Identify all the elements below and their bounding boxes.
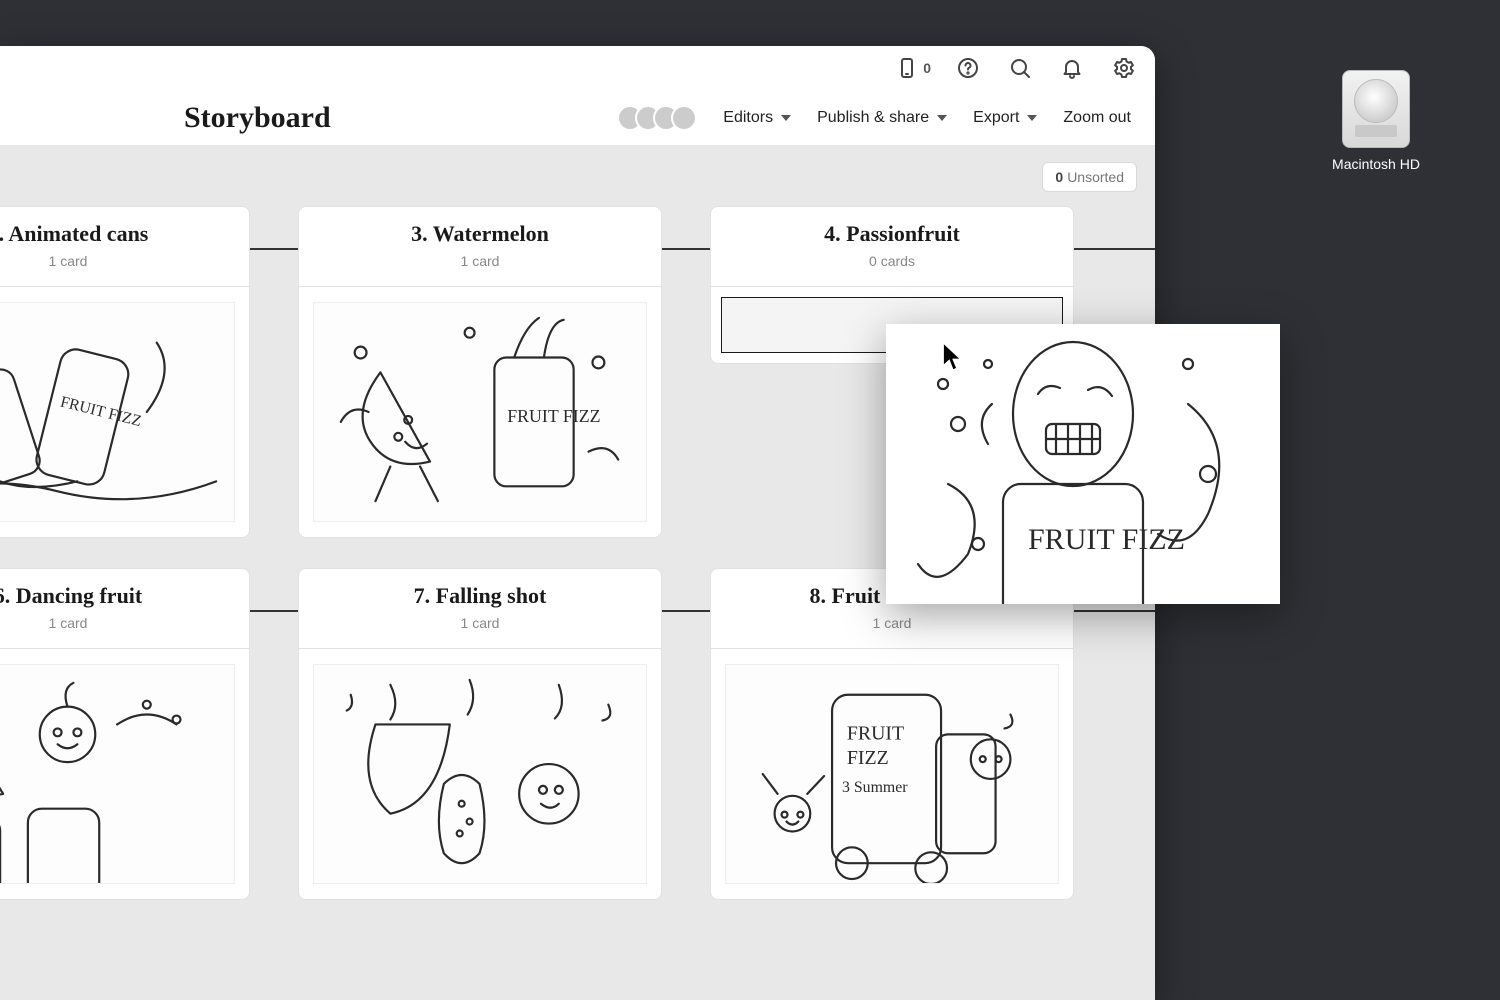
column-title: 4. Passionfruit (721, 221, 1063, 247)
card-thumbnail[interactable]: FRUIT FIZZ (0, 286, 250, 538)
page-title: Storyboard (184, 101, 331, 135)
publish-label: Publish & share (817, 109, 929, 127)
column-header[interactable]: 4. Passionfruit 0 cards (710, 206, 1074, 286)
unsorted-label: Unsorted (1067, 169, 1124, 185)
column-title: 7. Falling shot (309, 583, 651, 609)
zoom-out-label: Zoom out (1063, 109, 1131, 127)
device-count: 0 (923, 60, 931, 76)
sketch-illustration: FRUIT FIZZ (0, 303, 234, 521)
svg-text:FRUIT: FRUIT (847, 722, 904, 744)
export-label: Export (973, 109, 1019, 127)
column-animated-cans[interactable]: 2. Animated cans 1 card FRUIT FIZZ (0, 206, 250, 538)
unsorted-count: 0 (1055, 169, 1063, 185)
settings-button[interactable] (1109, 53, 1139, 83)
column-header[interactable]: 6. Dancing fruit 1 card (0, 568, 250, 648)
column-dancing-fruit[interactable]: 6. Dancing fruit 1 card (0, 568, 250, 900)
column-fruit-with-cans[interactable]: 8. Fruit with cans 1 card FRUIT FIZZ 3 S… (710, 568, 1074, 900)
titlebar: 0 (0, 46, 1155, 90)
column-subtitle: 1 card (721, 615, 1063, 631)
notifications-button[interactable] (1057, 53, 1087, 83)
gear-icon (1112, 56, 1136, 80)
dragged-card-preview[interactable]: FRUIT FIZZ (886, 324, 1280, 604)
sketch-illustration (0, 665, 234, 883)
search-button[interactable] (1005, 53, 1035, 83)
board-row: 6. Dancing fruit 1 card (0, 568, 1155, 900)
collaborator-avatars[interactable] (617, 105, 697, 131)
header: Storyboard Editors Publish & share Expor… (0, 90, 1155, 146)
sketch-illustration: FRUIT FIZZ 3 Summer (726, 665, 1057, 883)
svg-text:3 Summer: 3 Summer (842, 779, 908, 796)
svg-text:FRUIT FIZZ: FRUIT FIZZ (1028, 523, 1185, 556)
desktop-drive-label: Macintosh HD (1296, 156, 1456, 172)
smartphone-icon (895, 56, 919, 80)
column-falling-shot[interactable]: 7. Falling shot 1 card (298, 568, 662, 900)
column-subtitle: 1 card (309, 253, 651, 269)
column-subtitle: 1 card (309, 615, 651, 631)
column-subtitle: 1 card (0, 615, 239, 631)
sketch-illustration: FRUIT FIZZ (314, 303, 645, 521)
column-title: 3. Watermelon (309, 221, 651, 247)
export-dropdown[interactable]: Export (973, 109, 1037, 127)
column-subtitle: 0 cards (721, 253, 1063, 269)
editors-dropdown[interactable]: Editors (723, 109, 791, 127)
sketch-illustration: FRUIT FIZZ (886, 324, 1280, 604)
help-icon (956, 56, 980, 80)
search-icon (1008, 56, 1032, 80)
publish-share-dropdown[interactable]: Publish & share (817, 109, 947, 127)
svg-text:FIZZ: FIZZ (847, 747, 889, 769)
sketch-illustration (314, 665, 645, 883)
card-thumbnail[interactable]: FRUIT FIZZ 3 Summer (710, 648, 1074, 900)
column-header[interactable]: 2. Animated cans 1 card (0, 206, 250, 286)
device-count-button[interactable]: 0 (895, 56, 931, 80)
svg-text:FRUIT FIZZ: FRUIT FIZZ (508, 406, 601, 426)
column-subtitle: 1 card (0, 253, 239, 269)
editors-label: Editors (723, 109, 773, 127)
card-thumbnail[interactable] (298, 648, 662, 900)
unsorted-button[interactable]: 0Unsorted (1042, 162, 1137, 192)
avatar (671, 105, 697, 131)
card-thumbnail[interactable]: FRUIT FIZZ (298, 286, 662, 538)
bell-icon (1060, 56, 1084, 80)
column-header[interactable]: 3. Watermelon 1 card (298, 206, 662, 286)
zoom-out-button[interactable]: Zoom out (1063, 109, 1131, 127)
desktop-drive[interactable]: Macintosh HD (1296, 70, 1456, 172)
column-title: 2. Animated cans (0, 221, 239, 247)
svg-text:FRUIT FIZZ: FRUIT FIZZ (59, 394, 144, 431)
column-watermelon[interactable]: 3. Watermelon 1 card FRUIT FIZZ (298, 206, 662, 538)
column-header[interactable]: 7. Falling shot 1 card (298, 568, 662, 648)
column-title: 6. Dancing fruit (0, 583, 239, 609)
help-button[interactable] (953, 53, 983, 83)
card-thumbnail[interactable] (0, 648, 250, 900)
harddrive-icon (1342, 70, 1410, 148)
